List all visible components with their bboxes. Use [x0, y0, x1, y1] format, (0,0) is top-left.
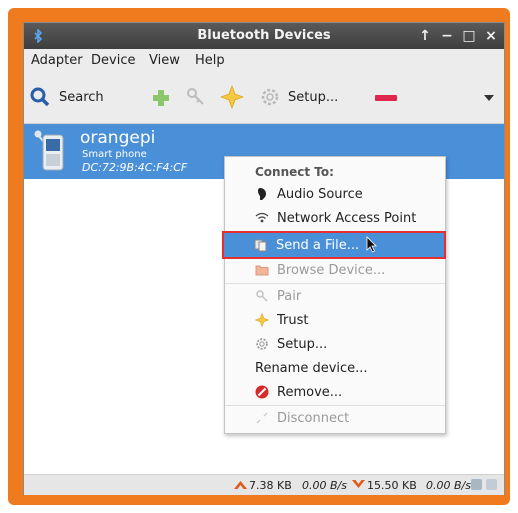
audio-icon — [255, 187, 269, 201]
download-rate: 0.00 B/s — [426, 479, 471, 492]
menu-item-disconnect[interactable]: Disconnect — [225, 407, 445, 429]
context-menu: Connect To: Audio Source Network Access … — [222, 156, 446, 434]
menu-item-network-access-point[interactable]: Network Access Point — [225, 207, 445, 229]
menu-view[interactable]: View — [149, 53, 180, 68]
menu-separator — [225, 405, 445, 406]
setup-label: Setup... — [288, 89, 339, 105]
dropdown-icon[interactable] — [484, 95, 494, 102]
download-total: 15.50 KB — [367, 479, 417, 492]
network-icon — [255, 211, 269, 225]
key-icon[interactable] — [186, 87, 206, 107]
network-status-icon — [471, 479, 482, 490]
disconnect-icon — [255, 411, 269, 425]
menu-item-setup[interactable]: Setup... — [225, 333, 445, 355]
menu-item-remove[interactable]: Remove... — [225, 381, 445, 403]
send-file-icon — [254, 238, 268, 252]
pair-icon — [255, 289, 269, 303]
menu-device[interactable]: Device — [91, 53, 135, 68]
menu-bar: Adapter Device View Help — [24, 49, 504, 73]
gear-icon — [261, 88, 279, 106]
close-button[interactable]: × — [482, 27, 500, 45]
bluetooth-window: Bluetooth Devices ↑ − □ × Adapter Device… — [24, 23, 504, 495]
gear-icon — [255, 337, 269, 351]
remove-icon[interactable] — [375, 94, 397, 102]
phone-icon — [34, 130, 64, 171]
mouse-cursor-icon — [366, 236, 377, 253]
toolbar: Search Setup... — [24, 73, 504, 124]
menu-item-trust[interactable]: Trust — [225, 309, 445, 331]
title-bar[interactable]: Bluetooth Devices ↑ − □ × — [24, 23, 504, 49]
menu-item-audio-source[interactable]: Audio Source — [225, 183, 445, 205]
folder-icon — [255, 263, 269, 277]
menu-item-rename-device[interactable]: Rename device... — [225, 357, 445, 379]
menu-item-send-file[interactable]: Send a File... — [222, 231, 446, 259]
search-button[interactable]: Search — [30, 87, 104, 107]
menu-item-browse-device[interactable]: Browse Device... — [225, 259, 445, 281]
star-icon — [255, 313, 269, 327]
device-name: orangepi — [80, 128, 156, 148]
search-label: Search — [59, 89, 104, 105]
keep-above-button[interactable]: ↑ — [416, 27, 434, 45]
menu-header: Connect To: — [255, 165, 334, 179]
minimize-button[interactable]: − — [438, 27, 456, 45]
menu-separator — [225, 283, 445, 284]
status-bar: 7.38 KB 0.00 B/s 15.50 KB 0.00 B/s — [24, 474, 504, 495]
power-status-icon — [486, 479, 497, 490]
search-icon — [30, 87, 50, 107]
upload-arrow-icon — [234, 481, 247, 489]
upload-total: 7.38 KB — [249, 479, 292, 492]
setup-button[interactable]: Setup... — [260, 87, 338, 107]
star-icon[interactable] — [220, 85, 244, 109]
download-arrow-icon — [352, 480, 365, 488]
upload-rate: 0.00 B/s — [302, 479, 347, 492]
menu-help[interactable]: Help — [195, 53, 225, 68]
maximize-button[interactable]: □ — [460, 27, 478, 45]
menu-adapter[interactable]: Adapter — [31, 53, 83, 68]
device-mac: DC:72:9B:4C:F4:CF — [82, 161, 188, 174]
remove-icon — [255, 385, 269, 399]
menu-item-pair[interactable]: Pair — [225, 285, 445, 307]
add-icon[interactable] — [151, 88, 171, 108]
device-type: Smart phone — [82, 149, 147, 160]
